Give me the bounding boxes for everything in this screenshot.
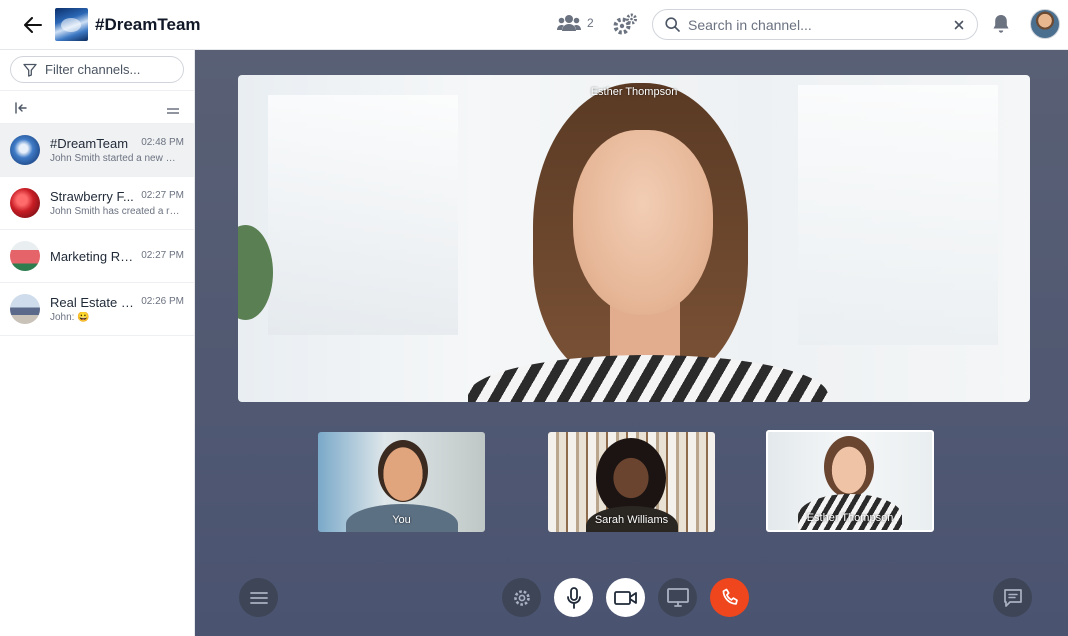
hamburger-icon bbox=[249, 591, 268, 604]
channel-item-strawberry[interactable]: Strawberry F... 02:27 PM John Smith has … bbox=[0, 177, 194, 230]
participant-face bbox=[824, 436, 874, 498]
filter-icon bbox=[23, 63, 37, 77]
channel-preview: John Smith started a new m... bbox=[50, 153, 182, 164]
channel-title: #DreamTeam bbox=[95, 15, 201, 34]
channel-settings-button[interactable] bbox=[612, 12, 638, 38]
drag-handle-icon bbox=[167, 108, 179, 114]
top-bar: #DreamTeam 2 bbox=[0, 0, 1068, 50]
main-speaker-video[interactable]: Esther Thompson bbox=[238, 75, 1030, 402]
channel-time: 02:48 PM bbox=[141, 137, 184, 148]
arrow-left-icon bbox=[24, 17, 42, 33]
phone-icon bbox=[722, 588, 738, 605]
video-camera-icon bbox=[613, 590, 637, 605]
call-settings-button[interactable] bbox=[502, 578, 541, 617]
channel-filter bbox=[10, 56, 184, 83]
channel-item-dreamteam[interactable]: #DreamTeam 02:48 PM John Smith started a… bbox=[0, 124, 194, 177]
participant-name: Sarah Williams bbox=[594, 514, 669, 526]
speaker-face bbox=[573, 130, 713, 315]
users-icon bbox=[557, 15, 581, 31]
gears-icon bbox=[613, 13, 637, 35]
channel-search bbox=[652, 9, 978, 40]
search-icon bbox=[665, 17, 680, 32]
channel-name: #DreamTeam bbox=[50, 136, 129, 151]
monitor-icon bbox=[666, 587, 689, 607]
call-menu-button[interactable] bbox=[239, 578, 278, 617]
members-button[interactable]: 2 bbox=[557, 14, 594, 32]
gear-icon bbox=[513, 589, 530, 606]
channel-name: Strawberry F... bbox=[50, 189, 134, 204]
screen-share-button[interactable] bbox=[658, 578, 697, 617]
video-call-area: Esther Thompson You Sarah Williams Esthe… bbox=[195, 50, 1068, 636]
participant-name: Esther Thompson bbox=[806, 512, 894, 524]
microphone-button[interactable] bbox=[554, 578, 593, 617]
channel-item-real-estate[interactable]: Real Estate U... 02:26 PM John: 😀 bbox=[0, 283, 194, 336]
sidebar-toolbar bbox=[0, 90, 194, 124]
close-icon bbox=[954, 20, 964, 30]
participant-face bbox=[378, 440, 428, 502]
channel-name: Real Estate U... bbox=[50, 295, 135, 310]
chat-button[interactable] bbox=[993, 578, 1032, 617]
channel-avatar-dreamteam bbox=[10, 135, 40, 165]
channel-item-marketing[interactable]: Marketing Ro... 02:27 PM bbox=[0, 230, 194, 283]
hang-up-button[interactable] bbox=[710, 578, 749, 617]
channel-time: 02:27 PM bbox=[141, 250, 184, 261]
channel-name: Marketing Ro... bbox=[50, 249, 135, 264]
collapse-left-icon bbox=[15, 102, 27, 114]
channel-list: #DreamTeam 02:48 PM John Smith started a… bbox=[0, 124, 194, 336]
channel-time: 02:27 PM bbox=[141, 190, 184, 201]
microphone-icon bbox=[566, 586, 581, 609]
chat-bubble-icon bbox=[1003, 588, 1022, 607]
back-button[interactable] bbox=[20, 12, 46, 38]
channel-preview: John: 😀 bbox=[50, 312, 90, 323]
channel-avatar bbox=[55, 8, 88, 41]
channel-avatar-strawberry bbox=[10, 188, 40, 218]
main-speaker-name: Esther Thompson bbox=[590, 86, 678, 98]
camera-button[interactable] bbox=[606, 578, 645, 617]
search-input[interactable] bbox=[688, 16, 938, 33]
collapse-sidebar-button[interactable] bbox=[14, 101, 28, 115]
notifications-button[interactable] bbox=[990, 13, 1014, 37]
sidebar-options-button[interactable] bbox=[166, 103, 180, 114]
participant-tile-sarah[interactable]: Sarah Williams bbox=[548, 432, 715, 532]
user-avatar[interactable] bbox=[1030, 9, 1060, 39]
background-window bbox=[268, 95, 458, 335]
channel-sidebar: #DreamTeam 02:48 PM John Smith started a… bbox=[0, 50, 195, 636]
participant-tile-you[interactable]: You bbox=[318, 432, 485, 532]
call-controls bbox=[195, 578, 1068, 618]
speaker-shirt bbox=[468, 355, 828, 402]
participant-thumbnails: You Sarah Williams Esther Thompson bbox=[195, 430, 1068, 532]
participant-name: You bbox=[392, 514, 411, 526]
members-count: 2 bbox=[587, 16, 594, 30]
channel-preview: John Smith has created a re... bbox=[50, 206, 182, 217]
bell-icon bbox=[993, 15, 1009, 33]
filter-input[interactable] bbox=[45, 62, 175, 77]
channel-time: 02:26 PM bbox=[141, 296, 184, 307]
participant-tile-esther[interactable]: Esther Thompson bbox=[766, 430, 934, 532]
background-window bbox=[798, 85, 998, 345]
clear-search-button[interactable] bbox=[951, 17, 967, 33]
channel-avatar-real-estate bbox=[10, 294, 40, 324]
channel-avatar-marketing bbox=[10, 241, 40, 271]
